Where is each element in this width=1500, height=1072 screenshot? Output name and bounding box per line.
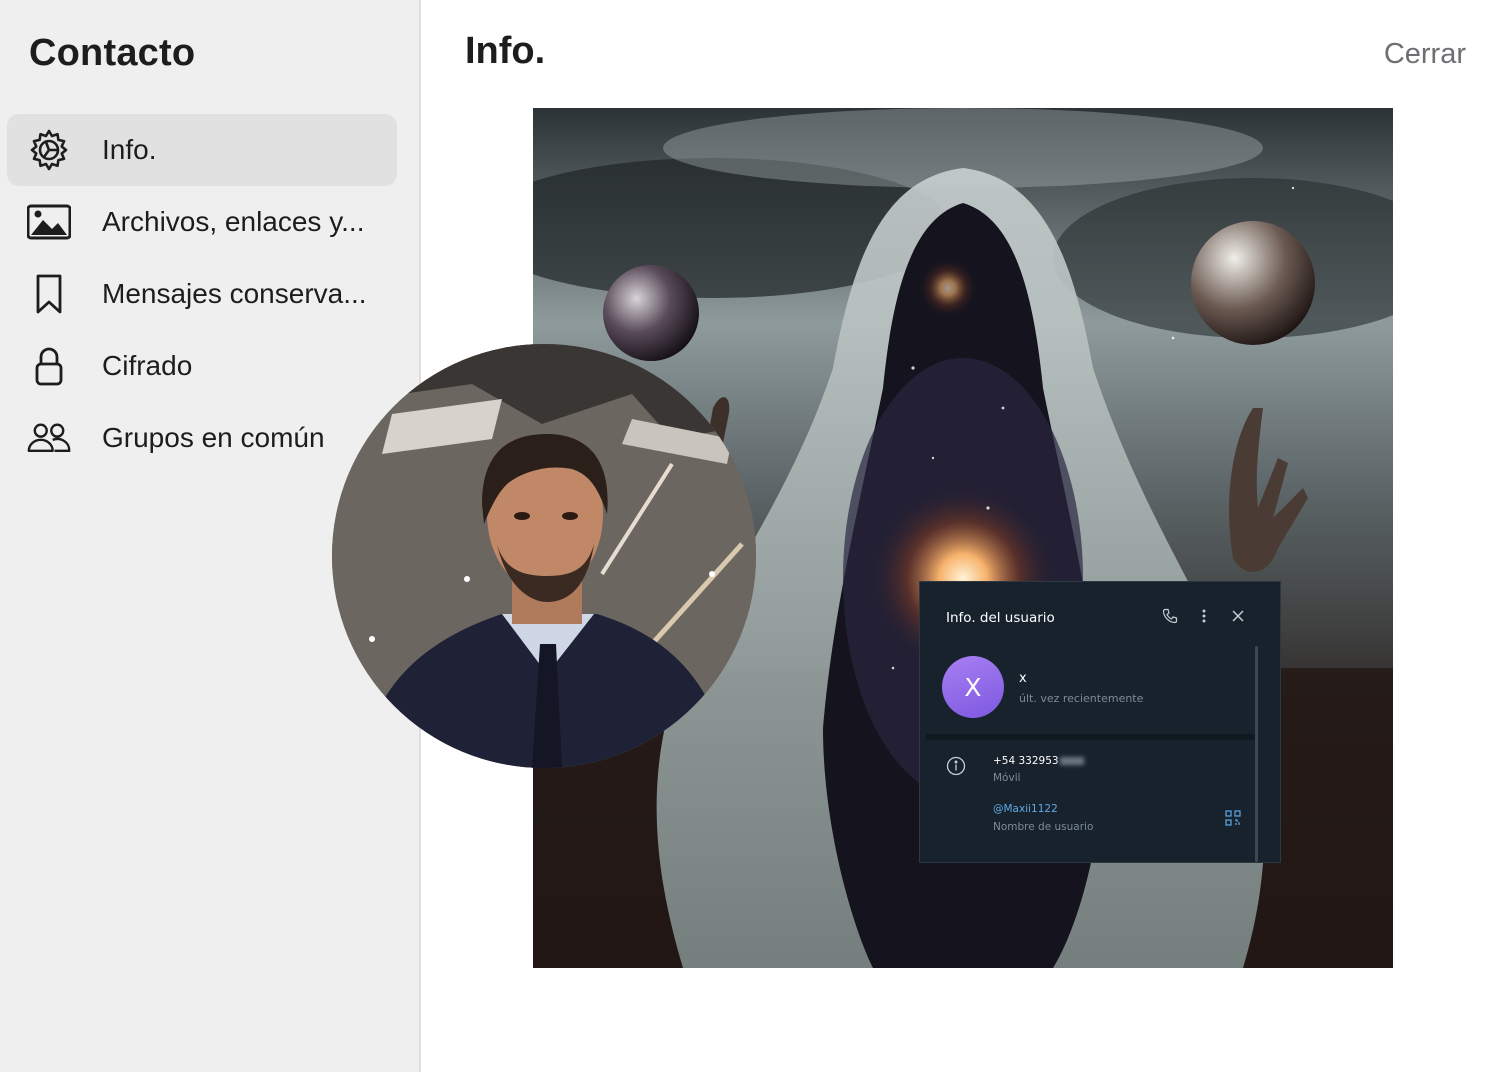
- sidebar-item-label: Archivos, enlaces y...: [102, 206, 365, 237]
- sidebar-item-files[interactable]: Archivos, enlaces y...: [7, 186, 397, 258]
- sidebar-item-encryption[interactable]: Cifrado: [7, 330, 397, 402]
- sidebar-item-label: Grupos en común: [102, 422, 325, 453]
- username-label: Nombre de usuario: [993, 821, 1094, 833]
- qr-code-icon[interactable]: [1225, 810, 1241, 830]
- user-status: últ. vez recientemente: [1019, 692, 1144, 705]
- page-title: Info.: [465, 30, 546, 72]
- portrait-photo: [332, 344, 756, 768]
- card-actions: [1162, 608, 1246, 624]
- people-icon: [27, 416, 71, 460]
- sidebar-item-label: Info.: [102, 134, 157, 165]
- sidebar-item-label: Mensajes conserva...: [102, 278, 367, 309]
- sidebar-item-saved-messages[interactable]: Mensajes conserva...: [7, 258, 397, 330]
- divider: [926, 734, 1258, 740]
- user-name: x: [1019, 671, 1027, 686]
- gear-icon: [27, 128, 71, 172]
- telegram-user-card: Info. del usuario X x últ. vez recientem…: [919, 581, 1281, 863]
- card-title: Info. del usuario: [946, 610, 1055, 626]
- phone-number[interactable]: +54 332953: [993, 755, 1084, 767]
- phone-icon[interactable]: [1162, 608, 1178, 624]
- avatar: X: [942, 656, 1004, 718]
- close-icon[interactable]: [1230, 608, 1246, 624]
- sidebar-nav: Info. Archivos, enlaces y... Mensajes co…: [7, 114, 397, 474]
- bookmark-icon: [27, 272, 71, 316]
- lock-icon: [27, 344, 71, 388]
- scrollbar[interactable]: [1255, 646, 1258, 862]
- phone-redacted: [1059, 757, 1084, 765]
- username[interactable]: @Maxii1122: [993, 803, 1058, 815]
- sidebar-item-label: Cifrado: [102, 350, 193, 381]
- close-button[interactable]: Cerrar: [1384, 38, 1466, 71]
- image-icon: [27, 200, 71, 244]
- phone-label: Móvil: [993, 772, 1021, 784]
- info-icon: [946, 756, 966, 780]
- sidebar-item-info[interactable]: Info.: [7, 114, 397, 186]
- phone-number-text: +54 332953: [993, 755, 1059, 767]
- more-options-icon[interactable]: [1196, 608, 1212, 624]
- sidebar-item-common-groups[interactable]: Grupos en común: [7, 402, 397, 474]
- sidebar-title: Contacto: [29, 32, 196, 74]
